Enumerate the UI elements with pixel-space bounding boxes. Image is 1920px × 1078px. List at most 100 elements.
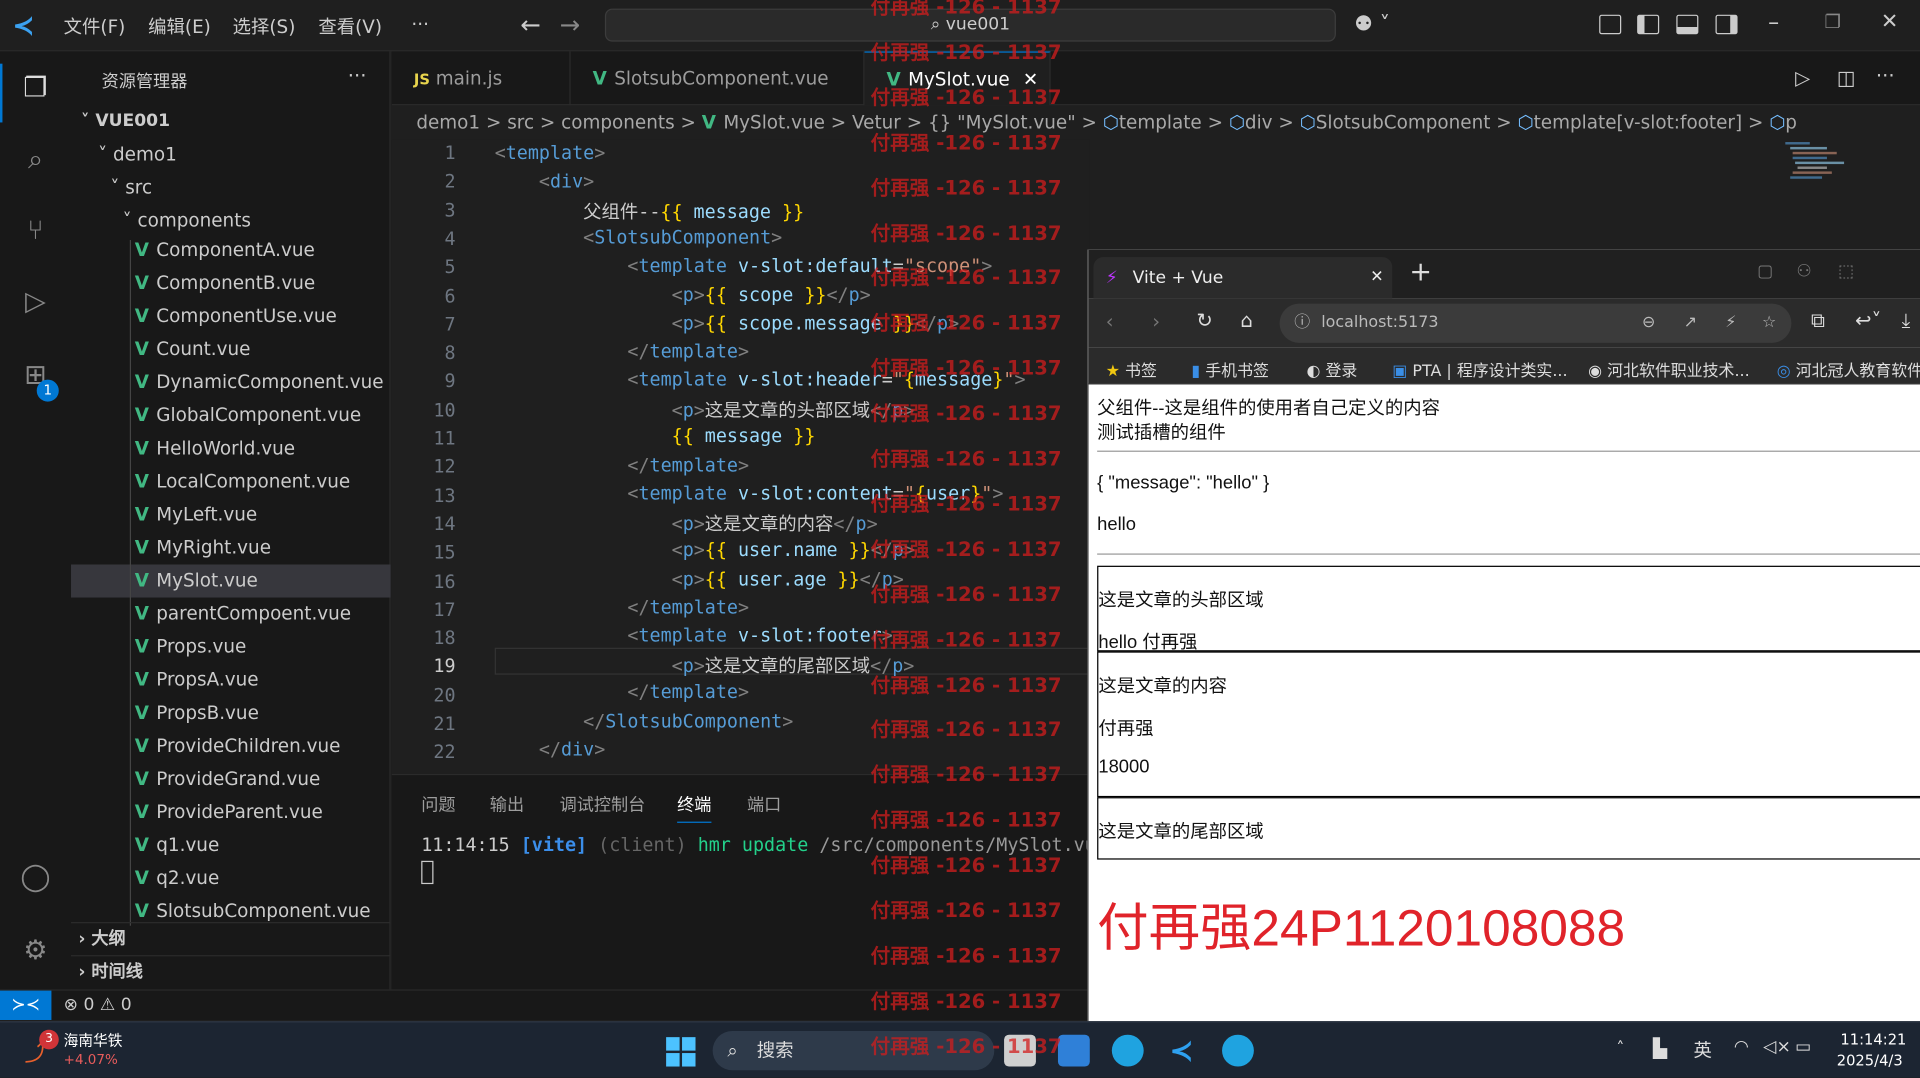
browser-window-icon[interactable]: ▢ [1757,262,1773,282]
home-icon[interactable]: ⌂ [1240,309,1252,332]
file-item[interactable]: V HelloWorld.vue [71,432,391,465]
folder-src[interactable]: ˅ src [71,171,391,204]
panel-tab-debug-console[interactable]: 调试控制台 [560,792,646,816]
file-item[interactable]: V ComponentB.vue [71,267,391,300]
breadcrumb-item[interactable]: template[v-slot:footer] [1534,111,1743,133]
command-center[interactable]: ⌕ vue001 [604,8,1336,42]
task-view-icon[interactable] [1004,1034,1036,1067]
file-item[interactable]: V ProvideGrand.vue [71,763,391,796]
file-item[interactable]: V ProvideParent.vue [71,796,391,829]
folder-demo1[interactable]: ˅ demo1 [71,138,391,171]
edge-browser-icon[interactable] [1111,1034,1144,1067]
refresh-icon[interactable]: ↻ [1196,309,1212,332]
explorer-icon[interactable]: ❐ [17,71,54,108]
project-root[interactable]: ˅ VUE001 [71,105,391,138]
file-item[interactable]: V Count.vue [71,333,391,366]
menu-more[interactable]: ··· [411,13,429,35]
bookmark-item[interactable]: ▮ 手机书签 [1191,358,1269,380]
browser-tab[interactable]: ⚡ Vite + Vue ✕ [1093,257,1393,299]
ime-indicator[interactable]: 英 [1693,1037,1711,1063]
source-control-icon[interactable]: ⑂ [17,213,54,250]
chevron-up-icon[interactable]: ˄ [1616,1040,1624,1058]
run-icon[interactable]: ▷ [1795,66,1810,89]
new-tab-icon[interactable]: + [1409,257,1432,288]
bookmark-item[interactable]: ◎ 河北冠人教育软件 [1777,358,1920,380]
breadcrumb-item[interactable]: demo1 [416,111,480,133]
windows-start-icon[interactable] [666,1037,696,1067]
browser-collections-icon[interactable]: ⚇ [1796,262,1811,282]
file-item[interactable]: V MyRight.vue [71,531,391,564]
file-item[interactable]: V ComponentUse.vue [71,300,391,333]
tab-main-js[interactable]: JS main.js [392,51,571,106]
toggle-secondary-sidebar-icon[interactable] [1715,14,1738,35]
settings-gear-icon[interactable]: ⚙ [17,933,54,970]
toggle-panel-icon[interactable] [1676,14,1699,35]
forward-arrow-icon[interactable]: → [560,10,581,39]
tray-app-icon[interactable]: ▙ [1653,1037,1667,1059]
file-item[interactable]: V Props.vue [71,631,391,664]
breadcrumb-item[interactable]: MySlot.vue [723,111,825,133]
tab-myslot[interactable]: V MySlot.vue ✕ [864,51,1051,106]
app-icon[interactable] [1057,1034,1090,1067]
menu-file[interactable]: 文件(F) [64,13,126,39]
bookmark-item[interactable]: ◐ 登录 [1307,358,1358,380]
battery-icon[interactable]: ▭ [1795,1037,1811,1057]
share-icon[interactable]: ↗ [1684,304,1697,343]
forward-icon[interactable]: › [1152,310,1160,333]
extensions-icon[interactable]: ⧉ [1811,309,1825,333]
menu-view[interactable]: 查看(V) [318,13,382,39]
file-item[interactable]: V LocalComponent.vue [71,465,391,498]
split-editor-icon[interactable]: ◫ [1837,66,1856,89]
bookmark-item[interactable]: ★ 书签 [1106,358,1157,380]
panel-tab-terminal[interactable]: 终端 [677,792,712,823]
code-editor[interactable]: 1 2 3 4 5 6 7 8 9 10 11 12 13 14 15 16 17 18 19 20 21 22 <tem… [391,139,1090,774]
minimize-icon[interactable]: – [1768,10,1779,36]
edge-ai-icon[interactable] [1222,1034,1254,1067]
restore-icon[interactable]: ❐ [1824,11,1840,33]
tab-slotsubcomponent[interactable]: V SlotsubComponent.vue [571,51,865,106]
close-tab-icon[interactable]: ✕ [1023,69,1038,91]
file-item[interactable]: V PropsB.vue [71,697,391,730]
file-item[interactable]: V ProvideChildren.vue [71,730,391,763]
file-item[interactable]: VparentCompoent.vue [71,598,391,631]
panel-tab-output[interactable]: 输出 [490,792,524,816]
lightning-icon[interactable]: ⚡ [1725,304,1736,343]
breadcrumb-item[interactable]: p [1785,111,1797,133]
timeline-section[interactable]: › 时间线 [71,955,391,988]
menu-edit[interactable]: 编辑(E) [148,13,211,39]
breadcrumb-item[interactable]: div [1245,111,1273,133]
search-icon[interactable]: ⌕ [17,142,54,179]
vscode-taskbar-icon[interactable]: ≺ [1166,1035,1198,1067]
file-item[interactable]: V PropsA.vue [71,664,391,697]
editor-more-icon[interactable]: ··· [1876,64,1895,87]
folder-components[interactable]: ˅ components [71,204,391,237]
download-icon[interactable]: ⤓ [1902,309,1911,333]
breadcrumb-item[interactable]: src [507,111,534,133]
taskbar-search[interactable]: ⌕ 搜索 [712,1031,995,1071]
breadcrumb-item[interactable]: components [561,111,674,133]
back-arrow-icon[interactable]: ← [520,10,541,39]
close-window-icon[interactable]: ✕ [1881,10,1898,34]
bookmark-item[interactable]: ◉ 河北软件职业技术... [1588,358,1749,380]
close-tab-icon[interactable]: ✕ [1370,257,1383,299]
volume-muted-icon[interactable]: ◁× [1763,1037,1791,1057]
bookmark-item[interactable]: ▣ PTA | 程序设计类实... [1392,358,1567,380]
file-item[interactable]: V MySlot.vue [71,564,391,598]
panel-tab-problems[interactable]: 问题 [421,792,455,816]
breadcrumb-item[interactable]: Vetur [852,111,901,133]
customize-layout-icon[interactable] [1599,14,1622,35]
breadcrumb-item[interactable]: SlotsubComponent [1316,111,1491,133]
breadcrumb-item[interactable]: {} "MySlot.vue" [928,111,1076,133]
file-item[interactable]: V GlobalComponent.vue [71,399,391,432]
menu-selection[interactable]: 选择(S) [233,13,296,39]
back-icon[interactable]: ‹ [1106,310,1114,333]
file-item[interactable]: Vq2.vue [71,862,391,895]
terminal-cursor[interactable] [421,860,434,885]
panel-tab-ports[interactable]: 端口 [747,792,781,816]
toggle-sidebar-icon[interactable] [1637,14,1660,35]
browser-extension-icon[interactable]: ⬚ [1838,262,1854,282]
wifi-icon[interactable]: ◠ [1734,1037,1749,1057]
outline-section[interactable]: › 大纲 [71,922,391,955]
clock-date[interactable]: 2025/4/3 [1837,1052,1903,1069]
minimap[interactable] [1785,140,1846,196]
